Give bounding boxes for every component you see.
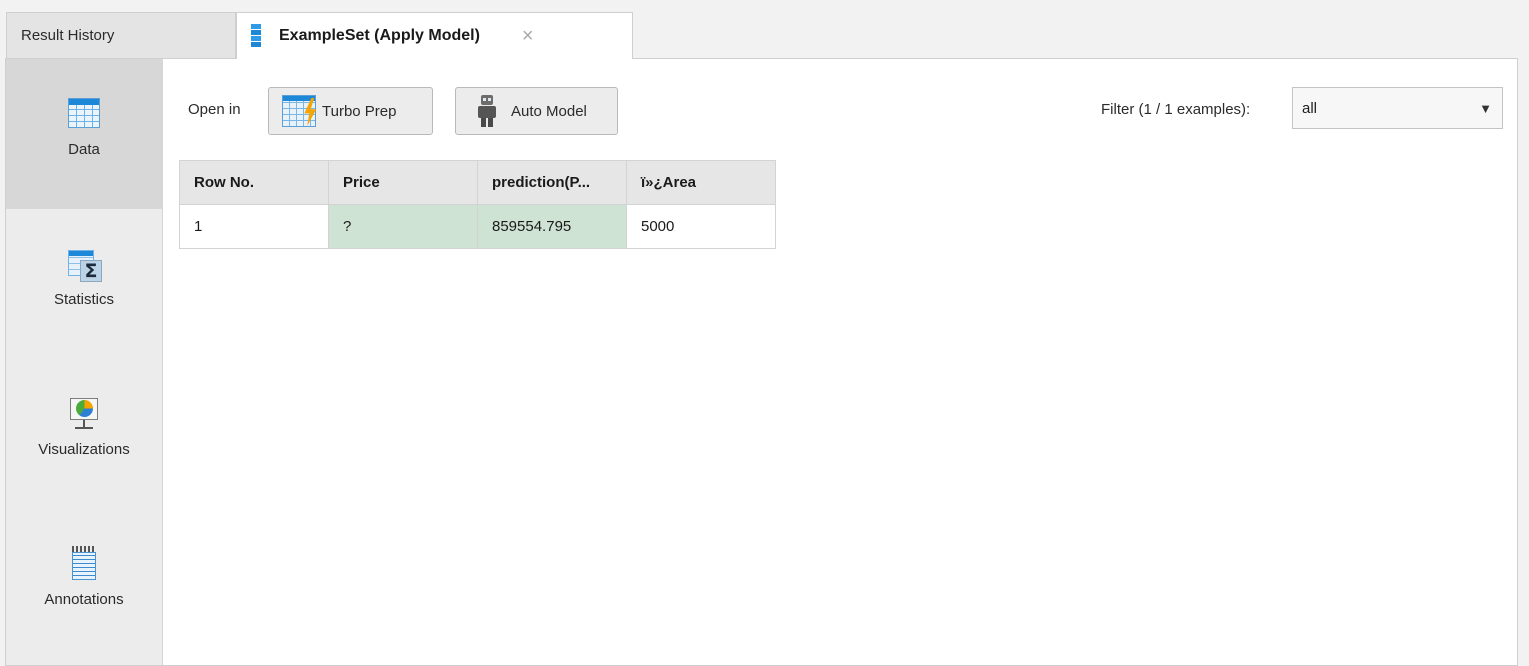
sidebar-item-statistics-label: Statistics bbox=[53, 291, 114, 308]
tab-exampleset-apply-model[interactable]: ExampleSet (Apply Model) × bbox=[236, 12, 633, 59]
sidebar-item-visualizations-label: Visualizations bbox=[38, 441, 130, 458]
turbo-prep-label: Turbo Prep bbox=[322, 102, 397, 120]
sidebar-item-visualizations[interactable]: Visualizations bbox=[6, 359, 162, 509]
sidebar-item-annotations-label: Annotations bbox=[44, 591, 124, 608]
column-header-area[interactable]: ï»¿Area bbox=[626, 160, 776, 205]
robot-icon bbox=[476, 95, 498, 127]
annotations-icon bbox=[66, 546, 102, 582]
statistics-icon: Σ bbox=[66, 246, 102, 282]
column-header-row-no[interactable]: Row No. bbox=[179, 160, 329, 205]
cell-area: 5000 bbox=[626, 204, 776, 249]
turbo-prep-icon bbox=[282, 95, 317, 127]
table-header-row: Row No. Price prediction(P... ï»¿Area bbox=[179, 160, 776, 205]
cell-prediction: 859554.795 bbox=[477, 204, 627, 249]
sidebar-item-annotations[interactable]: Annotations bbox=[6, 509, 162, 659]
data-view: Open in Turbo Prep Auto Model Filter (1 … bbox=[163, 59, 1517, 665]
auto-model-label: Auto Model bbox=[511, 102, 587, 120]
sidebar-item-data-label: Data bbox=[68, 141, 100, 158]
open-in-label: Open in bbox=[188, 101, 241, 118]
data-table-icon bbox=[66, 96, 102, 132]
column-header-price[interactable]: Price bbox=[328, 160, 478, 205]
cell-price: ? bbox=[328, 204, 478, 249]
tab-result-history[interactable]: Result History bbox=[6, 12, 236, 58]
results-tab-strip: Result History ExampleSet (Apply Model) … bbox=[0, 0, 1529, 59]
column-header-prediction[interactable]: prediction(P... bbox=[477, 160, 627, 205]
filter-value: all bbox=[1302, 99, 1318, 117]
tab-exampleset-label: ExampleSet (Apply Model) bbox=[279, 27, 480, 44]
turbo-prep-button[interactable]: Turbo Prep bbox=[268, 87, 433, 135]
cell-row-no: 1 bbox=[179, 204, 329, 249]
filter-dropdown[interactable]: all ▼ bbox=[1292, 87, 1503, 129]
view-sidebar: Data Σ Statistics Visualizations Annotat… bbox=[6, 59, 163, 665]
exampleset-icon bbox=[251, 24, 261, 48]
tab-result-history-label: Result History bbox=[21, 27, 115, 44]
filter-label: Filter (1 / 1 examples): bbox=[1101, 101, 1251, 118]
close-icon[interactable]: × bbox=[522, 25, 534, 48]
chevron-down-icon: ▼ bbox=[1479, 101, 1492, 116]
sidebar-item-data[interactable]: Data bbox=[6, 59, 162, 209]
table-row[interactable]: 1 ? 859554.795 5000 bbox=[179, 204, 776, 249]
auto-model-button[interactable]: Auto Model bbox=[455, 87, 618, 135]
result-panel: Data Σ Statistics Visualizations Annotat… bbox=[5, 58, 1518, 666]
sidebar-item-statistics[interactable]: Σ Statistics bbox=[6, 209, 162, 359]
example-set-table: Row No. Price prediction(P... ï»¿Area 1 … bbox=[179, 160, 776, 249]
visualization-icon bbox=[66, 396, 102, 432]
